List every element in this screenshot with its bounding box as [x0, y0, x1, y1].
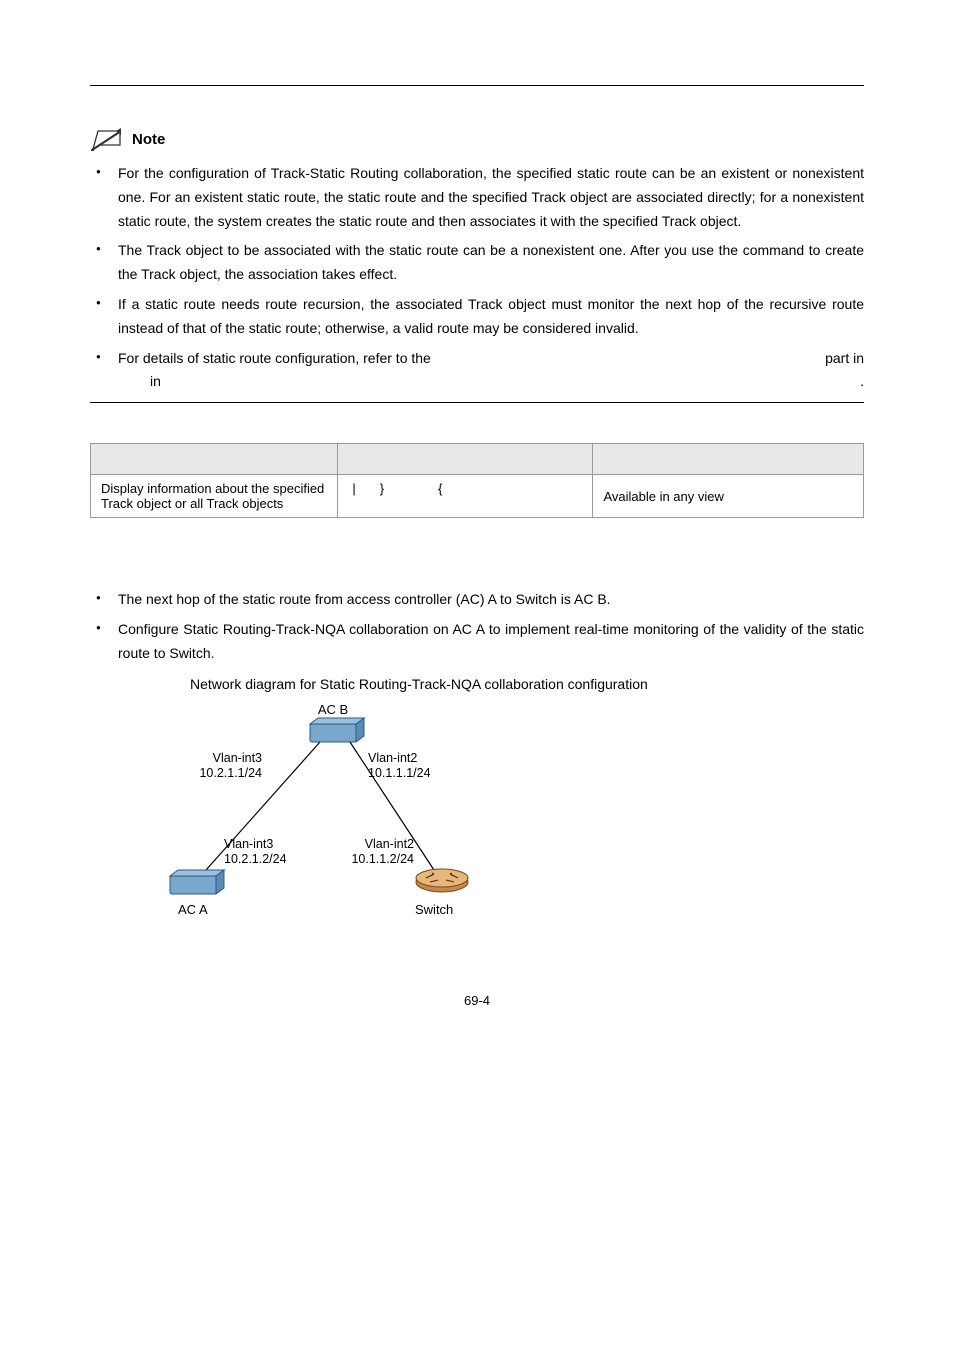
svg-text:Switch: Switch — [415, 902, 453, 917]
svg-text:AC A: AC A — [178, 902, 208, 917]
td-remarks: Available in any view — [593, 475, 864, 518]
note-header: Note — [90, 126, 864, 152]
svg-text:Vlan-int2: Vlan-int2 — [365, 837, 414, 851]
th-remarks — [593, 444, 864, 475]
page-number: 69-4 — [90, 993, 864, 1008]
svg-text:Vlan-int3: Vlan-int3 — [224, 837, 273, 851]
table-header-row — [91, 444, 864, 475]
note-item-part: part in — [825, 347, 864, 371]
svg-text:Vlan-int3: Vlan-int3 — [213, 751, 262, 765]
figure-caption: Network diagram for Static Routing-Track… — [190, 676, 864, 692]
note-item: The Track object to be associated with t… — [90, 239, 864, 287]
note-item-part: For details of static route configuratio… — [118, 347, 431, 371]
note-icon — [90, 126, 124, 152]
command-table: Display information about the specified … — [90, 443, 864, 518]
note-item-part: in — [150, 370, 161, 394]
brace-right: } — [380, 481, 384, 496]
note-item: If a static route needs route recursion,… — [90, 293, 864, 341]
note-item-part: . — [860, 370, 864, 394]
td-command: | } { — [338, 475, 593, 518]
note-item: For the configuration of Track-Static Ro… — [90, 162, 864, 233]
table-row: Display information about the specified … — [91, 475, 864, 518]
list-item: The next hop of the static route from ac… — [90, 588, 864, 612]
pipe-symbol: | — [352, 481, 355, 496]
svg-text:10.2.1.1/24: 10.2.1.1/24 — [199, 766, 262, 780]
svg-text:Vlan-int2: Vlan-int2 — [368, 751, 417, 765]
brace-left: { — [438, 481, 442, 496]
list-item: Configure Static Routing-Track-NQA colla… — [90, 618, 864, 666]
th-todo — [91, 444, 338, 475]
svg-text:10.1.1.2/24: 10.1.1.2/24 — [351, 852, 414, 866]
th-command — [338, 444, 593, 475]
svg-text:10.2.1.2/24: 10.2.1.2/24 — [224, 852, 287, 866]
note-label: Note — [132, 131, 165, 148]
svg-text:10.1.1.1/24: 10.1.1.1/24 — [368, 766, 431, 780]
td-desc: Display information about the specified … — [91, 475, 338, 518]
network-diagram: AC B Vlan-int3 10.2.1.1/24 Vlan-int2 10.… — [160, 700, 864, 933]
note-list: For the configuration of Track-Static Ro… — [90, 162, 864, 394]
note-item: For details of static route configuratio… — [90, 347, 864, 395]
diag-acb-label: AC B — [318, 702, 348, 717]
example-list: The next hop of the static route from ac… — [90, 588, 864, 665]
